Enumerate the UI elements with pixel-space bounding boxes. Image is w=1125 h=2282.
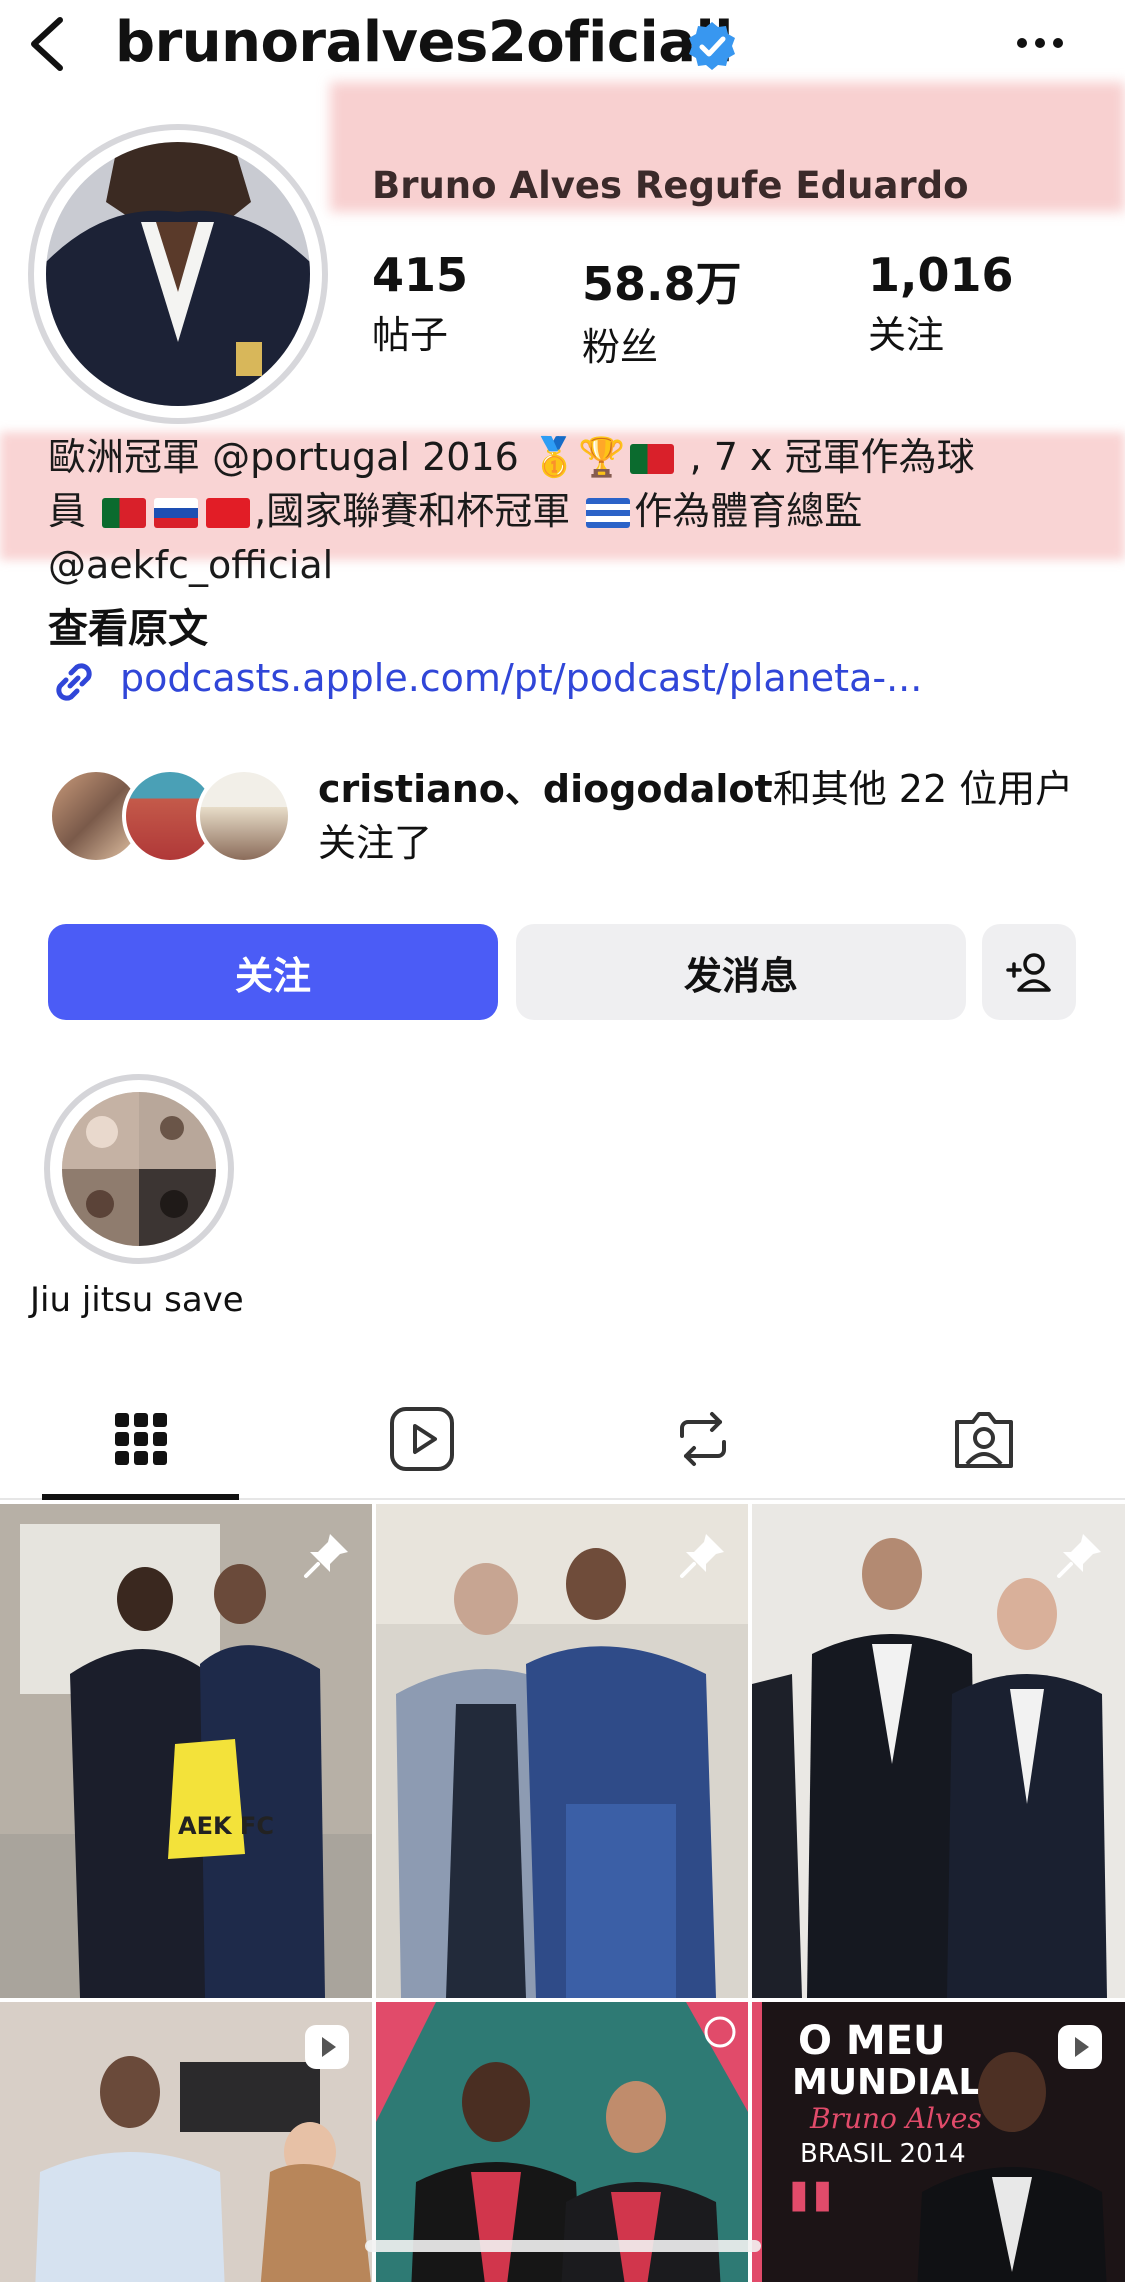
post-thumbnail[interactable] bbox=[376, 1504, 748, 1998]
stat-posts[interactable]: 415 帖子 bbox=[372, 248, 468, 359]
highlight-collage bbox=[62, 1092, 216, 1246]
post-thumbnail[interactable]: AEK FC bbox=[0, 1504, 372, 1998]
bio-line-1: 歐洲冠軍 @portugal 2016 🥇🏆 , 7 x 冠軍作為球 bbox=[48, 430, 1088, 484]
bio-text: 員 bbox=[48, 489, 87, 533]
more-options-icon[interactable] bbox=[1010, 18, 1070, 68]
stat-posts-label: 帖子 bbox=[372, 313, 449, 357]
link-icon bbox=[56, 663, 92, 701]
bio-text: 作為體育總監 bbox=[634, 489, 863, 533]
back-chevron-icon[interactable] bbox=[22, 14, 72, 74]
pin-icon bbox=[304, 1534, 348, 1578]
profile-username: brunoralves2oficiall bbox=[115, 10, 733, 75]
avatar bbox=[196, 768, 292, 864]
stat-followers-label: 粉丝 bbox=[582, 325, 659, 369]
tagged-person-icon bbox=[954, 1412, 1013, 1468]
promo-title: O MEU bbox=[798, 2018, 946, 2064]
profile-screen: brunoralves2oficiall Bruno Alves Regufe … bbox=[0, 0, 1125, 2282]
turkey-flag-icon bbox=[206, 498, 251, 528]
profile-bio: 歐洲冠軍 @portugal 2016 🥇🏆 , 7 x 冠軍作為球 員 ,國家… bbox=[48, 430, 1088, 592]
stat-following-label: 关注 bbox=[868, 313, 945, 357]
add-person-icon bbox=[1006, 953, 1051, 992]
grid-icon bbox=[114, 1413, 167, 1465]
greece-flag-icon bbox=[586, 498, 631, 528]
avatar-photo bbox=[46, 142, 310, 406]
medal-emoji: 🥇🏆 bbox=[530, 435, 626, 479]
stat-following[interactable]: 1,016 关注 bbox=[868, 248, 1014, 359]
tab-reposts[interactable] bbox=[562, 1380, 843, 1498]
tab-tagged[interactable] bbox=[843, 1380, 1124, 1498]
stat-following-value: 1,016 bbox=[868, 248, 1014, 302]
bio-text: , 7 x 冠軍作為球 bbox=[689, 435, 975, 479]
promo-title-2: MUNDIAL bbox=[792, 2062, 981, 2103]
reels-icon bbox=[389, 1407, 454, 1471]
followed-by-text[interactable]: cristiano、diogodalot和其他 22 位用户关注了 bbox=[318, 762, 1078, 870]
bio-text: ,國家聯賽和杯冠軍 bbox=[254, 489, 571, 533]
followed-by-names: cristiano、diogodalot bbox=[318, 767, 773, 811]
mutual-followers-avatars[interactable] bbox=[48, 768, 298, 868]
stat-followers[interactable]: 58.8万 粉丝 bbox=[582, 248, 742, 371]
tab-reels[interactable] bbox=[281, 1380, 562, 1498]
post-thumbnail[interactable] bbox=[752, 1504, 1125, 1998]
post-thumbnail[interactable]: O MEU MUNDIAL Bruno Alves BRASIL 2014 " bbox=[752, 2002, 1125, 2282]
message-button[interactable]: 发消息 bbox=[516, 924, 966, 1020]
bio-mention[interactable]: @aekfc_official bbox=[48, 538, 1088, 592]
story-highlight[interactable] bbox=[62, 1092, 216, 1246]
stat-posts-value: 415 bbox=[372, 248, 469, 302]
bio-text: 歐洲冠軍 @portugal 2016 bbox=[48, 435, 519, 479]
reel-indicator-icon bbox=[305, 2025, 349, 2069]
russia-flag-icon bbox=[154, 498, 199, 528]
portugal-flag-icon bbox=[629, 444, 674, 474]
see-original-link[interactable]: 查看原文 bbox=[48, 596, 208, 654]
post-thumbnail[interactable] bbox=[0, 2002, 372, 2282]
promo-script: Bruno Alves bbox=[809, 2102, 982, 2135]
profile-website-link[interactable]: podcasts.apple.com/pt/podcast/planeta-..… bbox=[120, 656, 922, 700]
pin-icon bbox=[1057, 1534, 1101, 1578]
tab-posts-grid[interactable] bbox=[0, 1380, 281, 1500]
suggest-users-button[interactable] bbox=[982, 924, 1076, 1020]
reel-indicator-icon bbox=[1058, 2025, 1102, 2069]
profile-avatar[interactable] bbox=[46, 142, 310, 406]
profile-tabs bbox=[0, 1380, 1125, 1500]
profile-full-name: Bruno Alves Regufe Eduardo bbox=[372, 164, 969, 207]
follow-button[interactable]: 关注 bbox=[48, 924, 498, 1020]
pin-icon bbox=[680, 1534, 724, 1578]
bag-text: AEK FC bbox=[178, 1812, 274, 1840]
bio-line-2: 員 ,國家聯賽和杯冠軍 作為體育總監 bbox=[48, 484, 1088, 538]
home-indicator[interactable] bbox=[365, 2240, 761, 2252]
verified-badge-icon bbox=[689, 22, 735, 70]
repost-icon bbox=[679, 1412, 726, 1466]
stat-followers-value: 58.8万 bbox=[582, 257, 742, 311]
highlight-label: Jiu jitsu save bbox=[30, 1280, 244, 1320]
portugal-flag-icon bbox=[102, 498, 147, 528]
quote-mark: " bbox=[782, 2159, 839, 2282]
